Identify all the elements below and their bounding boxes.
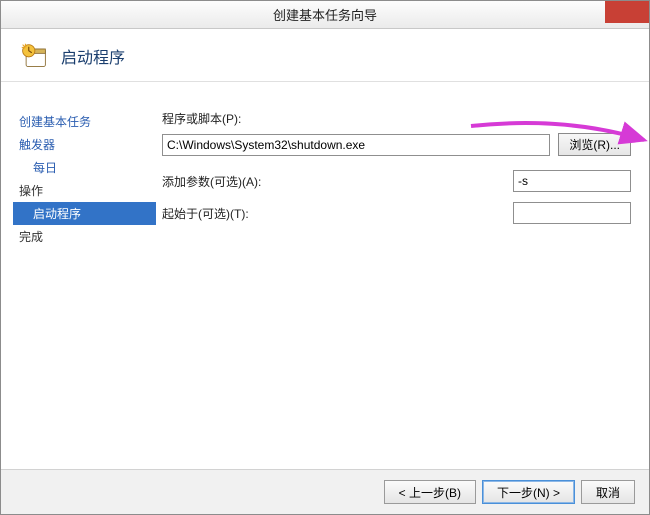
cancel-button[interactable]: 取消 — [581, 480, 635, 504]
close-button[interactable] — [605, 1, 649, 23]
browse-button[interactable]: 浏览(R)... — [558, 133, 631, 156]
content-pane: 程序或脚本(P): 浏览(R)... 添加参数(可选)(A): 起始于(可选)(… — [156, 82, 649, 469]
next-button-label: 下一步(N) > — [497, 486, 560, 500]
sidebar-item-finish[interactable]: 完成 — [13, 225, 156, 248]
program-input[interactable] — [162, 134, 550, 156]
wizard-header: 启动程序 — [1, 29, 649, 82]
args-input[interactable] — [513, 170, 631, 192]
sidebar-item-label: 操作 — [19, 184, 43, 198]
sidebar-item-label: 每日 — [33, 161, 57, 175]
next-button[interactable]: 下一步(N) > — [482, 480, 575, 504]
page-title: 启动程序 — [61, 44, 125, 68]
sidebar: 创建基本任务 触发器 每日 操作 启动程序 完成 — [1, 82, 156, 469]
window-title: 创建基本任务向导 — [273, 5, 377, 24]
sidebar-item-create-basic-task[interactable]: 创建基本任务 — [13, 110, 156, 133]
sidebar-item-action[interactable]: 操作 — [13, 179, 156, 202]
wizard-footer: < 上一步(B) 下一步(N) > 取消 — [1, 469, 649, 514]
titlebar: 创建基本任务向导 — [1, 1, 649, 29]
sidebar-item-start-program[interactable]: 启动程序 — [13, 202, 156, 225]
startin-input[interactable] — [513, 202, 631, 224]
back-button[interactable]: < 上一步(B) — [384, 480, 476, 504]
startin-label: 起始于(可选)(T): — [162, 205, 513, 222]
cancel-button-label: 取消 — [596, 486, 620, 500]
args-label: 添加参数(可选)(A): — [162, 173, 513, 190]
sidebar-item-trigger[interactable]: 触发器 — [13, 133, 156, 156]
program-label: 程序或脚本(P): — [162, 112, 241, 126]
sidebar-item-label: 完成 — [19, 230, 43, 244]
sidebar-item-label: 触发器 — [19, 138, 55, 152]
task-wizard-icon — [19, 41, 49, 71]
wizard-body: 创建基本任务 触发器 每日 操作 启动程序 完成 程序或脚本(P): 浏览(R)… — [1, 82, 649, 469]
browse-button-label: 浏览(R)... — [569, 138, 620, 152]
back-button-label: < 上一步(B) — [399, 486, 461, 500]
sidebar-item-label: 创建基本任务 — [19, 115, 91, 129]
wizard-window: 创建基本任务向导 启动程序 创建基本任务 触发器 每日 操作 启动程序 完成 — [0, 0, 650, 515]
sidebar-item-label: 启动程序 — [33, 207, 81, 221]
sidebar-item-daily[interactable]: 每日 — [13, 156, 156, 179]
